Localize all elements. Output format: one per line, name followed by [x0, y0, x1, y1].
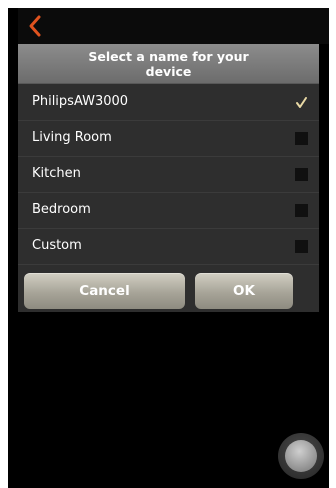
cancel-button[interactable]: Cancel: [24, 273, 185, 309]
device-name-dialog: Select a name for your device PhilipsAW3…: [18, 44, 319, 312]
checkbox-icon[interactable]: [295, 168, 308, 181]
ok-button[interactable]: OK: [195, 273, 293, 309]
back-button[interactable]: [26, 14, 46, 38]
option-label: Living Room: [32, 130, 112, 145]
option-label: PhilipsAW3000: [32, 94, 129, 109]
option-philipsaw3000[interactable]: PhilipsAW3000: [18, 85, 319, 121]
option-kitchen[interactable]: Kitchen: [18, 157, 319, 193]
phone-screen: Select a name for your device PhilipsAW3…: [8, 8, 329, 488]
checkbox-icon[interactable]: [295, 240, 308, 253]
top-bar: [18, 8, 329, 44]
option-label: Kitchen: [32, 166, 81, 181]
checkbox-icon[interactable]: [295, 132, 308, 145]
option-label: Custom: [32, 238, 82, 253]
checkmark-icon[interactable]: [295, 96, 308, 109]
assistive-touch-icon: [285, 440, 317, 472]
chevron-left-icon: [29, 15, 41, 37]
option-bedroom[interactable]: Bedroom: [18, 193, 319, 229]
dialog-title: Select a name for your device: [18, 44, 319, 84]
assistive-touch-button[interactable]: [278, 433, 324, 479]
option-label: Bedroom: [32, 202, 91, 217]
option-custom[interactable]: Custom: [18, 229, 319, 265]
checkbox-icon[interactable]: [295, 204, 308, 217]
option-living-room[interactable]: Living Room: [18, 121, 319, 157]
